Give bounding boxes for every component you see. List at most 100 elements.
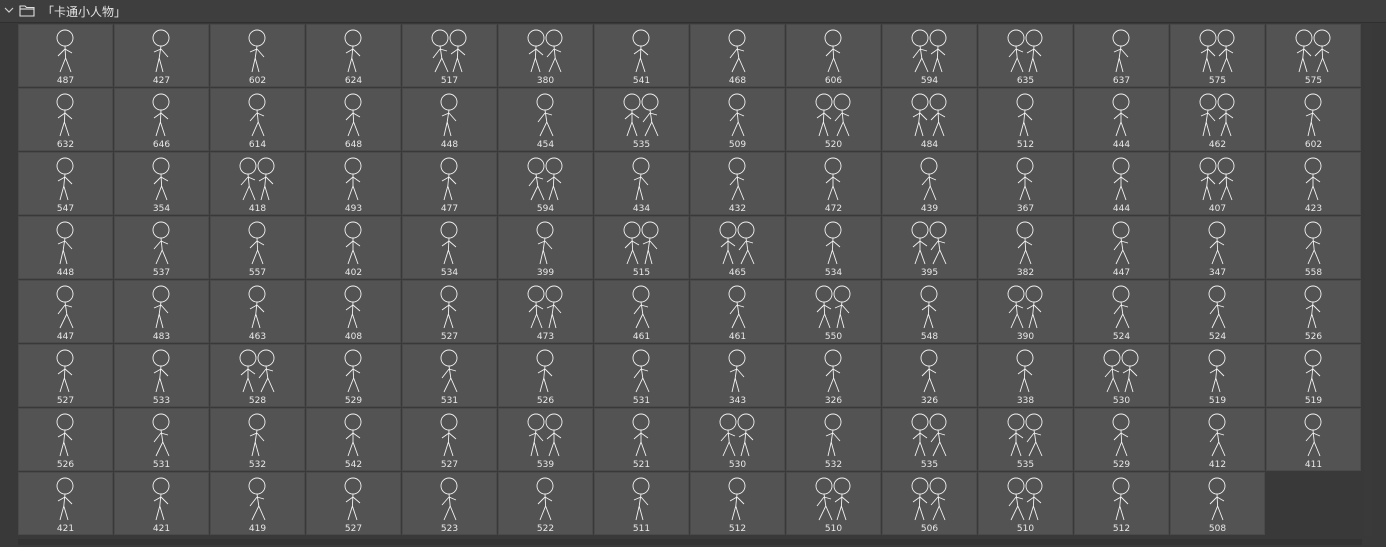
brush-tile[interactable]: 527 (402, 280, 497, 343)
brush-tile[interactable]: 526 (498, 344, 593, 407)
brush-tile[interactable]: 444 (1074, 88, 1169, 151)
brush-tile[interactable]: 523 (402, 472, 497, 535)
brush-tile[interactable]: 624 (306, 24, 401, 87)
brush-tile[interactable]: 527 (306, 472, 401, 535)
chevron-down-icon[interactable] (3, 4, 15, 16)
brush-tile[interactable]: 535 (594, 88, 689, 151)
brush-tile[interactable]: 530 (1074, 344, 1169, 407)
brush-tile[interactable]: 461 (594, 280, 689, 343)
brush-tile[interactable]: 648 (306, 88, 401, 151)
brush-tile[interactable]: 527 (402, 408, 497, 471)
brush-tile[interactable]: 541 (594, 24, 689, 87)
brush-tile[interactable]: 557 (210, 216, 305, 279)
brush-tile[interactable]: 614 (210, 88, 305, 151)
brush-tile[interactable]: 326 (786, 344, 881, 407)
brush-tile[interactable]: 448 (18, 216, 113, 279)
brush-tile[interactable]: 548 (882, 280, 977, 343)
brush-tile[interactable]: 510 (978, 472, 1073, 535)
brush-tile[interactable]: 575 (1266, 24, 1361, 87)
brush-tile[interactable]: 512 (1074, 472, 1169, 535)
brush-tile[interactable]: 421 (114, 472, 209, 535)
vertical-scrollbar[interactable] (1364, 24, 1372, 536)
brush-tile[interactable]: 472 (786, 152, 881, 215)
brush-tile[interactable]: 539 (498, 408, 593, 471)
brush-tile[interactable]: 338 (978, 344, 1073, 407)
brush-tile[interactable]: 407 (1170, 152, 1265, 215)
brush-tile[interactable]: 512 (978, 88, 1073, 151)
brush-tile[interactable]: 524 (1170, 280, 1265, 343)
brush-tile[interactable]: 382 (978, 216, 1073, 279)
brush-tile[interactable]: 512 (690, 472, 785, 535)
brush-tile[interactable]: 558 (1266, 216, 1361, 279)
brush-tile[interactable]: 448 (402, 88, 497, 151)
brush-tile[interactable]: 509 (690, 88, 785, 151)
brush-tile[interactable]: 519 (1170, 344, 1265, 407)
brush-tile[interactable]: 421 (18, 472, 113, 535)
brush-tile[interactable]: 367 (978, 152, 1073, 215)
brush-tile[interactable]: 529 (306, 344, 401, 407)
brush-tile[interactable]: 531 (402, 344, 497, 407)
brush-tile[interactable]: 550 (786, 280, 881, 343)
brush-set-title[interactable]: 「卡通小人物」 (42, 3, 126, 20)
brush-tile[interactable]: 575 (1170, 24, 1265, 87)
brush-tile[interactable]: 602 (1266, 88, 1361, 151)
brush-tile[interactable]: 434 (594, 152, 689, 215)
brush-tile[interactable]: 530 (690, 408, 785, 471)
brush-tile[interactable]: 461 (690, 280, 785, 343)
brush-tile[interactable]: 402 (306, 216, 401, 279)
brush-tile[interactable]: 511 (594, 472, 689, 535)
brush-tile[interactable]: 646 (114, 88, 209, 151)
brush-tile[interactable]: 447 (18, 280, 113, 343)
horizontal-scrollbar[interactable] (18, 539, 1362, 545)
brush-tile[interactable]: 521 (594, 408, 689, 471)
brush-tile[interactable]: 519 (1266, 344, 1361, 407)
brush-tile[interactable]: 418 (210, 152, 305, 215)
brush-tile[interactable]: 477 (402, 152, 497, 215)
brush-tile[interactable]: 535 (978, 408, 1073, 471)
brush-tile[interactable]: 532 (210, 408, 305, 471)
brush-tile[interactable]: 637 (1074, 24, 1169, 87)
brush-tile[interactable]: 408 (306, 280, 401, 343)
brush-tile[interactable]: 447 (1074, 216, 1169, 279)
brush-tile[interactable]: 395 (882, 216, 977, 279)
brush-tile[interactable]: 465 (690, 216, 785, 279)
brush-tile[interactable]: 534 (402, 216, 497, 279)
brush-tile[interactable]: 483 (114, 280, 209, 343)
brush-tile[interactable]: 326 (882, 344, 977, 407)
brush-tile[interactable]: 547 (18, 152, 113, 215)
brush-tile[interactable]: 411 (1266, 408, 1361, 471)
brush-tile[interactable]: 390 (978, 280, 1073, 343)
brush-tile[interactable]: 594 (498, 152, 593, 215)
brush-tile[interactable]: 439 (882, 152, 977, 215)
brush-tile[interactable]: 542 (306, 408, 401, 471)
brush-tile[interactable]: 524 (1074, 280, 1169, 343)
brush-tile[interactable]: 454 (498, 88, 593, 151)
brush-tile[interactable]: 534 (786, 216, 881, 279)
brush-tile[interactable]: 444 (1074, 152, 1169, 215)
brush-tile[interactable]: 535 (882, 408, 977, 471)
brush-tile[interactable]: 493 (306, 152, 401, 215)
brush-tile[interactable]: 468 (690, 24, 785, 87)
brush-tile[interactable]: 473 (498, 280, 593, 343)
brush-tile[interactable]: 487 (18, 24, 113, 87)
brush-tile[interactable]: 427 (114, 24, 209, 87)
brush-tile[interactable]: 635 (978, 24, 1073, 87)
brush-tile[interactable]: 423 (1266, 152, 1361, 215)
brush-tile[interactable]: 632 (18, 88, 113, 151)
brush-tile[interactable]: 522 (498, 472, 593, 535)
brush-tile[interactable]: 529 (1074, 408, 1169, 471)
brush-tile[interactable]: 531 (114, 408, 209, 471)
brush-tile[interactable]: 412 (1170, 408, 1265, 471)
brush-tile[interactable]: 399 (498, 216, 593, 279)
brush-tile[interactable]: 594 (882, 24, 977, 87)
brush-tile[interactable]: 508 (1170, 472, 1265, 535)
brush-tile[interactable]: 606 (786, 24, 881, 87)
brush-tile[interactable]: 527 (18, 344, 113, 407)
brush-tile[interactable]: 526 (18, 408, 113, 471)
brush-tile[interactable]: 537 (114, 216, 209, 279)
brush-tile[interactable]: 532 (786, 408, 881, 471)
brush-tile[interactable]: 602 (210, 24, 305, 87)
brush-tile[interactable]: 531 (594, 344, 689, 407)
brush-tile[interactable]: 463 (210, 280, 305, 343)
brush-tile[interactable]: 510 (786, 472, 881, 535)
